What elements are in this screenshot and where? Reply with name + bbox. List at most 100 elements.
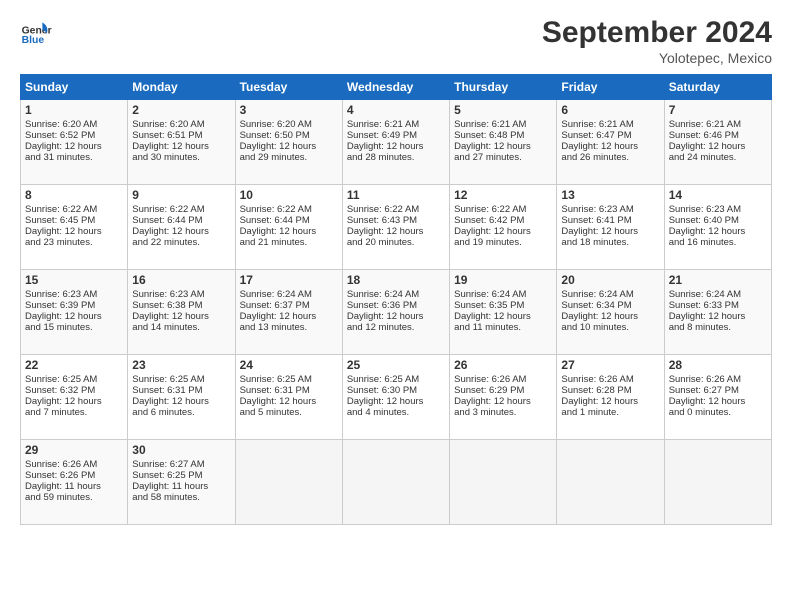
cell-info: Sunset: 6:26 PM: [25, 470, 123, 481]
cell-info: and 24 minutes.: [669, 152, 767, 163]
cell-info: Sunrise: 6:21 AM: [669, 119, 767, 130]
cell-info: Sunrise: 6:24 AM: [454, 289, 552, 300]
calendar-cell: 25Sunrise: 6:25 AMSunset: 6:30 PMDayligh…: [342, 355, 449, 440]
cell-info: Daylight: 12 hours: [561, 141, 659, 152]
day-number: 14: [669, 188, 767, 202]
cell-info: Daylight: 12 hours: [25, 311, 123, 322]
cell-info: Daylight: 12 hours: [132, 396, 230, 407]
day-number: 9: [132, 188, 230, 202]
cell-info: Daylight: 12 hours: [25, 226, 123, 237]
day-number: 12: [454, 188, 552, 202]
day-number: 19: [454, 273, 552, 287]
cell-info: Daylight: 12 hours: [669, 311, 767, 322]
cell-info: Daylight: 12 hours: [669, 396, 767, 407]
cell-info: Daylight: 12 hours: [240, 226, 338, 237]
cell-info: Sunrise: 6:25 AM: [132, 374, 230, 385]
cell-info: Sunrise: 6:20 AM: [132, 119, 230, 130]
cell-info: and 29 minutes.: [240, 152, 338, 163]
calendar-cell: 6Sunrise: 6:21 AMSunset: 6:47 PMDaylight…: [557, 100, 664, 185]
day-number: 17: [240, 273, 338, 287]
calendar-cell: [664, 440, 771, 525]
cell-info: Sunset: 6:34 PM: [561, 300, 659, 311]
calendar-cell: 15Sunrise: 6:23 AMSunset: 6:39 PMDayligh…: [21, 270, 128, 355]
cell-info: and 28 minutes.: [347, 152, 445, 163]
calendar-cell: 3Sunrise: 6:20 AMSunset: 6:50 PMDaylight…: [235, 100, 342, 185]
svg-text:Blue: Blue: [22, 35, 45, 46]
cell-info: Sunset: 6:44 PM: [240, 215, 338, 226]
day-number: 1: [25, 103, 123, 117]
logo-icon: General Blue: [20, 16, 52, 48]
calendar-cell: 20Sunrise: 6:24 AMSunset: 6:34 PMDayligh…: [557, 270, 664, 355]
calendar-cell: 30Sunrise: 6:27 AMSunset: 6:25 PMDayligh…: [128, 440, 235, 525]
cell-info: Daylight: 12 hours: [240, 141, 338, 152]
cell-info: Sunset: 6:25 PM: [132, 470, 230, 481]
cell-info: Sunrise: 6:22 AM: [454, 204, 552, 215]
cell-info: Sunset: 6:31 PM: [132, 385, 230, 396]
cell-info: and 58 minutes.: [132, 492, 230, 503]
cell-info: Sunrise: 6:23 AM: [561, 204, 659, 215]
day-of-week-header: Monday: [128, 75, 235, 100]
cell-info: and 27 minutes.: [454, 152, 552, 163]
day-number: 10: [240, 188, 338, 202]
cell-info: and 20 minutes.: [347, 237, 445, 248]
cell-info: Sunset: 6:52 PM: [25, 130, 123, 141]
header: General Blue September 2024 Yolotepec, M…: [20, 16, 772, 66]
day-of-week-header: Thursday: [450, 75, 557, 100]
cell-info: Daylight: 12 hours: [132, 311, 230, 322]
calendar-cell: 11Sunrise: 6:22 AMSunset: 6:43 PMDayligh…: [342, 185, 449, 270]
cell-info: Daylight: 12 hours: [561, 226, 659, 237]
cell-info: Sunrise: 6:26 AM: [669, 374, 767, 385]
day-number: 26: [454, 358, 552, 372]
cell-info: Daylight: 11 hours: [25, 481, 123, 492]
cell-info: Daylight: 12 hours: [561, 311, 659, 322]
cell-info: Daylight: 12 hours: [561, 396, 659, 407]
cell-info: Daylight: 12 hours: [669, 226, 767, 237]
calendar-cell: [342, 440, 449, 525]
calendar-cell: 13Sunrise: 6:23 AMSunset: 6:41 PMDayligh…: [557, 185, 664, 270]
cell-info: Daylight: 12 hours: [132, 141, 230, 152]
page: General Blue September 2024 Yolotepec, M…: [0, 0, 792, 612]
cell-info: and 30 minutes.: [132, 152, 230, 163]
cell-info: Daylight: 12 hours: [25, 141, 123, 152]
cell-info: Sunrise: 6:24 AM: [240, 289, 338, 300]
cell-info: Sunset: 6:46 PM: [669, 130, 767, 141]
cell-info: and 3 minutes.: [454, 407, 552, 418]
cell-info: Sunset: 6:27 PM: [669, 385, 767, 396]
cell-info: and 31 minutes.: [25, 152, 123, 163]
cell-info: and 14 minutes.: [132, 322, 230, 333]
cell-info: Sunrise: 6:25 AM: [25, 374, 123, 385]
calendar-cell: 4Sunrise: 6:21 AMSunset: 6:49 PMDaylight…: [342, 100, 449, 185]
cell-info: Sunset: 6:49 PM: [347, 130, 445, 141]
cell-info: and 8 minutes.: [669, 322, 767, 333]
cell-info: Sunset: 6:51 PM: [132, 130, 230, 141]
cell-info: Sunset: 6:33 PM: [669, 300, 767, 311]
calendar-cell: 26Sunrise: 6:26 AMSunset: 6:29 PMDayligh…: [450, 355, 557, 440]
calendar-cell: 9Sunrise: 6:22 AMSunset: 6:44 PMDaylight…: [128, 185, 235, 270]
day-number: 2: [132, 103, 230, 117]
cell-info: and 22 minutes.: [132, 237, 230, 248]
cell-info: and 21 minutes.: [240, 237, 338, 248]
day-of-week-header: Saturday: [664, 75, 771, 100]
day-number: 8: [25, 188, 123, 202]
calendar-cell: 7Sunrise: 6:21 AMSunset: 6:46 PMDaylight…: [664, 100, 771, 185]
title-block: September 2024 Yolotepec, Mexico: [542, 16, 772, 66]
cell-info: Daylight: 12 hours: [454, 141, 552, 152]
day-number: 3: [240, 103, 338, 117]
cell-info: Sunrise: 6:27 AM: [132, 459, 230, 470]
calendar-cell: 16Sunrise: 6:23 AMSunset: 6:38 PMDayligh…: [128, 270, 235, 355]
cell-info: Sunrise: 6:22 AM: [347, 204, 445, 215]
day-number: 15: [25, 273, 123, 287]
calendar-cell: 24Sunrise: 6:25 AMSunset: 6:31 PMDayligh…: [235, 355, 342, 440]
cell-info: Daylight: 12 hours: [240, 311, 338, 322]
day-number: 13: [561, 188, 659, 202]
cell-info: and 16 minutes.: [669, 237, 767, 248]
cell-info: and 5 minutes.: [240, 407, 338, 418]
cell-info: Sunrise: 6:23 AM: [669, 204, 767, 215]
cell-info: Sunset: 6:30 PM: [347, 385, 445, 396]
calendar-cell: 2 Sunrise: 6:20 AMSunset: 6:51 PMDaylight…: [128, 100, 235, 185]
cell-info: Sunrise: 6:23 AM: [25, 289, 123, 300]
day-number: 22: [25, 358, 123, 372]
cell-info: Daylight: 12 hours: [347, 396, 445, 407]
day-number: 4: [347, 103, 445, 117]
cell-info: Sunrise: 6:25 AM: [347, 374, 445, 385]
